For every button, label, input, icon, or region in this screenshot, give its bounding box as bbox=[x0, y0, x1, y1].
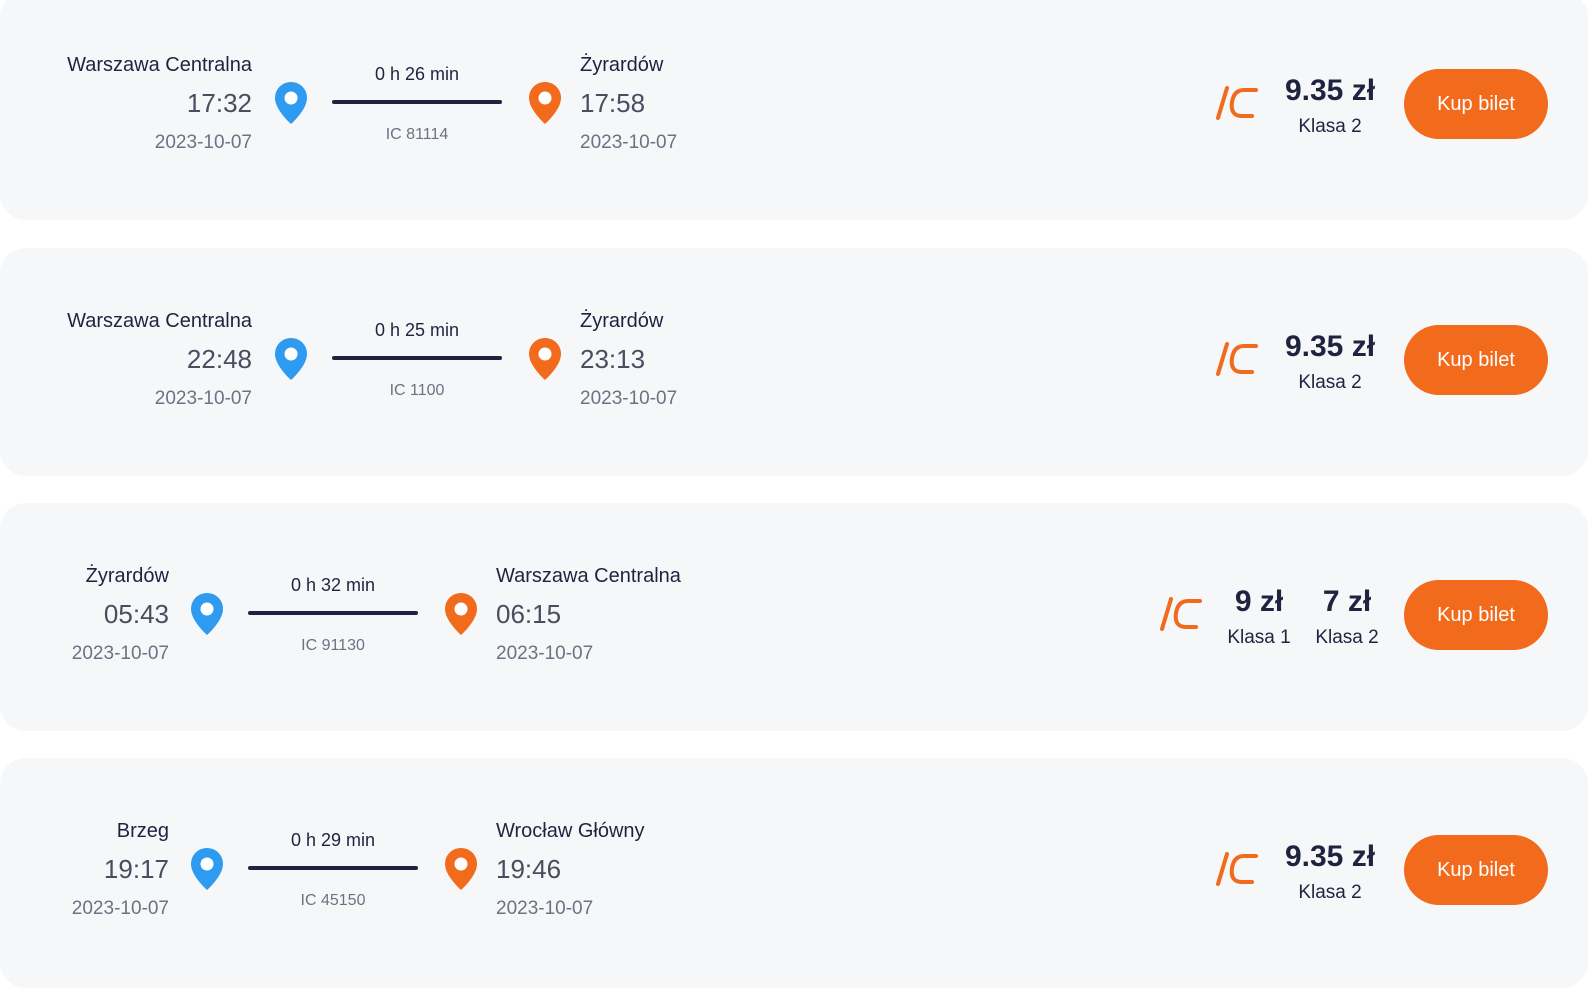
ic-logo-icon bbox=[1216, 86, 1258, 120]
ic-logo-icon bbox=[1160, 597, 1202, 631]
price: 9.35 zł bbox=[1284, 74, 1376, 107]
arrival-date: 2023-10-07 bbox=[580, 132, 678, 153]
arrival-time: 23:13 bbox=[580, 344, 646, 374]
departure-time: 05:43 bbox=[103, 599, 169, 629]
price: 9.35 zł bbox=[1284, 330, 1376, 363]
arrival-station: Żyrardów bbox=[580, 310, 664, 332]
connection-card: Warszawa Centralna 22:48 2023-10-07 0 h … bbox=[0, 248, 1588, 476]
arrival-date: 2023-10-07 bbox=[496, 898, 594, 919]
departure-pin-icon bbox=[275, 82, 307, 124]
departure-pin-icon bbox=[191, 593, 223, 635]
buy-ticket-button[interactable]: Kup bilet bbox=[1404, 69, 1548, 139]
departure-time: 19:17 bbox=[103, 854, 169, 884]
class-label-1: Klasa 1 bbox=[1227, 627, 1291, 648]
departure-station: Warszawa Centralna bbox=[67, 54, 252, 76]
route-line bbox=[248, 866, 418, 870]
arrival-pin-icon bbox=[529, 338, 561, 380]
departure-station: Warszawa Centralna bbox=[67, 310, 252, 332]
connection-card: Warszawa Centralna 17:32 2023-10-07 0 h … bbox=[0, 0, 1588, 220]
connection-card: Brzeg 19:17 2023-10-07 0 h 29 min IC 451… bbox=[0, 758, 1588, 988]
departure-date: 2023-10-07 bbox=[71, 898, 169, 919]
arrival-time: 17:58 bbox=[580, 88, 646, 118]
arrival-pin-icon bbox=[445, 593, 477, 635]
arrival-station: Wrocław Główny bbox=[496, 820, 645, 842]
class-label: Klasa 2 bbox=[1298, 372, 1362, 393]
departure-date: 2023-10-07 bbox=[71, 643, 169, 664]
train-number: IC 81114 bbox=[385, 126, 449, 143]
arrival-pin-icon bbox=[445, 848, 477, 890]
train-number: IC 45150 bbox=[300, 892, 366, 909]
arrival-pin-icon bbox=[529, 82, 561, 124]
route-line bbox=[332, 100, 502, 104]
departure-pin-icon bbox=[191, 848, 223, 890]
arrival-time: 19:46 bbox=[496, 854, 562, 884]
buy-ticket-button[interactable]: Kup bilet bbox=[1404, 580, 1548, 650]
departure-time: 17:32 bbox=[186, 88, 252, 118]
duration-label: 0 h 26 min bbox=[374, 64, 460, 84]
duration-label: 0 h 32 min bbox=[290, 575, 376, 595]
price-class-1: 9 zł bbox=[1234, 585, 1284, 618]
class-label-2: Klasa 2 bbox=[1315, 627, 1379, 648]
arrival-date: 2023-10-07 bbox=[580, 388, 678, 409]
arrival-station: Żyrardów bbox=[580, 54, 664, 76]
class-label: Klasa 2 bbox=[1298, 882, 1362, 903]
departure-date: 2023-10-07 bbox=[154, 132, 252, 153]
route-line bbox=[248, 611, 418, 615]
ic-logo-icon bbox=[1216, 342, 1258, 376]
buy-ticket-button[interactable]: Kup bilet bbox=[1404, 835, 1548, 905]
connection-card: Żyrardów 05:43 2023-10-07 0 h 32 min IC … bbox=[0, 503, 1588, 731]
buy-ticket-button[interactable]: Kup bilet bbox=[1404, 325, 1548, 395]
departure-station: Brzeg bbox=[116, 820, 169, 842]
ic-logo-icon bbox=[1216, 852, 1258, 886]
train-number: IC 1100 bbox=[389, 382, 445, 399]
class-label: Klasa 2 bbox=[1298, 116, 1362, 137]
departure-pin-icon bbox=[275, 338, 307, 380]
route-line bbox=[332, 356, 502, 360]
price-class-2: 7 zł bbox=[1322, 585, 1372, 618]
train-number: IC 91130 bbox=[301, 637, 365, 654]
arrival-date: 2023-10-07 bbox=[496, 643, 594, 664]
departure-time: 22:48 bbox=[186, 344, 252, 374]
duration-label: 0 h 25 min bbox=[374, 320, 460, 340]
arrival-time: 06:15 bbox=[496, 599, 562, 629]
departure-station: Żyrardów bbox=[85, 565, 169, 587]
arrival-station: Warszawa Centralna bbox=[496, 565, 681, 587]
departure-date: 2023-10-07 bbox=[154, 388, 252, 409]
duration-label: 0 h 29 min bbox=[290, 830, 376, 850]
price: 9.35 zł bbox=[1284, 840, 1376, 873]
